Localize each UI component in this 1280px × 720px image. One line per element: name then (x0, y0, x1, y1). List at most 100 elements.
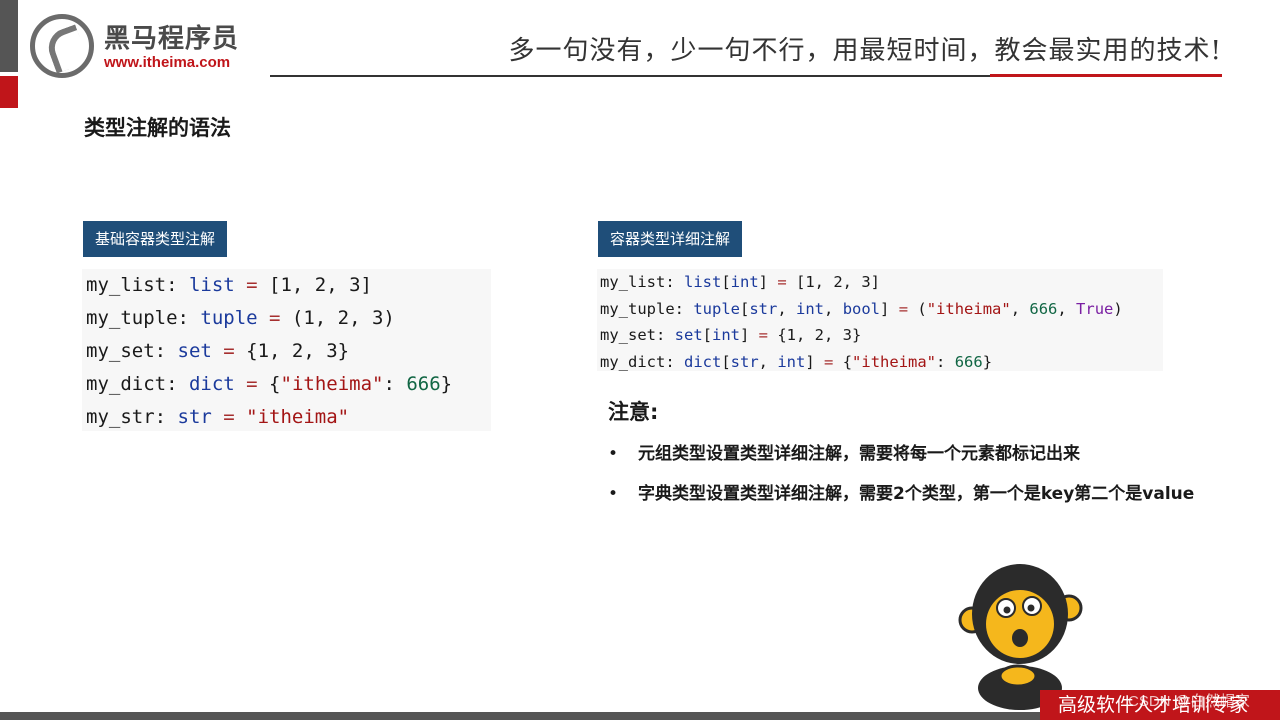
code-token: [1, 2, 3] (796, 273, 881, 291)
code-token: int (730, 273, 759, 291)
code-token: list (684, 273, 722, 291)
code-token: int (796, 299, 825, 318)
basic-annotation-code-block: my_list: list = [1, 2, 3] my_tuple: tuple… (82, 269, 491, 431)
header-rule-accent (990, 74, 1222, 77)
code-token: : (936, 352, 955, 371)
slide-title: 类型注解的语法 (84, 116, 231, 140)
code-token: [ (740, 299, 750, 318)
code-token: int (712, 326, 740, 344)
code-token: set (177, 340, 212, 362)
code-token: list (188, 274, 235, 296)
code-line: my_list: list[int] = [1, 2, 3] (597, 269, 1163, 296)
code-token: "itheima" (246, 406, 350, 428)
note-title: 注意: (608, 400, 659, 424)
code-line: my_tuple: tuple = (1, 2, 3) (82, 302, 491, 335)
bullet-icon: • (608, 484, 619, 504)
code-token: {1, 2, 3} (246, 340, 350, 362)
code-token: str (749, 299, 778, 318)
code-line: my_dict: dict = {"itheima": 666} (82, 368, 491, 401)
note-item: • 字典类型设置类型详细注解，需要2个类型，第一个是key第二个是value (608, 480, 1194, 520)
logo-horse-icon (30, 14, 94, 78)
code-token: = (749, 326, 778, 344)
code-token: ] (758, 273, 769, 291)
monkey-mascot-icon (958, 564, 1083, 710)
code-token: = (234, 373, 270, 395)
detailed-annotation-code-block: my_list: list[int] = [1, 2, 3] my_tuple: … (597, 269, 1163, 371)
code-line: my_dict: dict[str, int] = {"itheima": 66… (597, 349, 1163, 376)
logo: 黑马程序员 www.itheima.com (30, 14, 270, 80)
code-token: { (842, 352, 853, 371)
code-token: : (383, 373, 407, 395)
code-token: "itheima" (280, 373, 384, 395)
code-token: , (777, 299, 797, 318)
logo-url: www.itheima.com (104, 54, 231, 71)
code-token: str (730, 352, 759, 371)
code-token: my_str: (86, 406, 178, 428)
code-token: } (440, 373, 453, 395)
code-token: str (177, 406, 212, 428)
code-line: my_set: set[int] = {1, 2, 3} (597, 322, 1163, 349)
code-token: bool (842, 299, 881, 318)
code-token: = (814, 352, 843, 371)
code-token: [ (702, 326, 712, 344)
code-token: 666 (406, 373, 441, 395)
code-token: = (234, 274, 270, 296)
watermark: CSDN @白然帽家 (1128, 693, 1250, 710)
code-token: (1, 2, 3) (291, 307, 395, 329)
code-token: , (758, 352, 778, 371)
code-token: tuple (200, 307, 258, 329)
code-token: , (1057, 299, 1077, 318)
note-item-text: 元组类型设置类型详细注解，需要将每一个元素都标记出来 (638, 444, 1080, 464)
note-item: • 元组类型设置类型详细注解，需要将每一个元素都标记出来 (608, 440, 1194, 480)
code-token: ] (805, 352, 815, 371)
slogan: 多一句没有，少一句不行，用最短时间，教会最实用的技术! (508, 36, 1222, 66)
logo-name: 黑马程序员 (104, 24, 240, 54)
right-section-label: 容器类型详细注解 (598, 221, 743, 257)
code-token: True (1076, 299, 1114, 318)
code-token: [1, 2, 3] (269, 274, 372, 296)
code-token: tuple (693, 299, 740, 318)
code-token: my_tuple: (600, 299, 694, 318)
code-token: int (777, 352, 806, 371)
code-token: my_tuple: (86, 307, 201, 329)
code-token: my_dict: (86, 373, 189, 395)
code-token: 666 (1029, 299, 1058, 318)
code-line: my_set: set = {1, 2, 3} (82, 335, 491, 368)
code-token: [ (721, 352, 731, 371)
note-list: • 元组类型设置类型详细注解，需要将每一个元素都标记出来 • 字典类型设置类型详细注… (608, 440, 1194, 520)
code-token: my_dict: (600, 352, 684, 371)
code-token: my_list: (86, 274, 189, 296)
left-accent-red (0, 76, 18, 108)
code-token: "itheima" (852, 352, 937, 371)
code-token: 666 (954, 352, 983, 371)
code-token: = (257, 307, 292, 329)
left-section-label: 基础容器类型注解 (83, 221, 228, 257)
code-token: = (889, 299, 918, 318)
code-token: ( (917, 299, 927, 318)
code-token: { (269, 373, 281, 395)
code-line: my_tuple: tuple[str, int, bool] = ("ithe… (597, 296, 1163, 323)
code-token: my_list: (600, 273, 684, 291)
code-token: dict (188, 373, 235, 395)
code-token: } (982, 352, 993, 371)
code-token: ] (880, 299, 890, 318)
code-token: {1, 2, 3} (777, 326, 862, 344)
code-token: ) (1113, 299, 1123, 318)
code-token: dict (684, 352, 722, 371)
left-accent-bar (0, 0, 18, 72)
code-line: my_str: str = "itheima" (82, 401, 491, 434)
code-token: , (1010, 299, 1030, 318)
note-item-text: 字典类型设置类型详细注解，需要2个类型，第一个是key第二个是value (638, 484, 1195, 504)
code-token: my_set: (86, 340, 178, 362)
code-token: set (674, 326, 703, 344)
code-token: ] (740, 326, 750, 344)
code-token: = (211, 340, 247, 362)
bullet-icon: • (608, 444, 619, 464)
code-token: , (824, 299, 843, 318)
code-line: my_list: list = [1, 2, 3] (82, 269, 491, 302)
code-token: = (211, 406, 247, 428)
code-token: [ (721, 273, 731, 291)
code-token: my_set: (600, 326, 675, 344)
code-token: "itheima" (926, 299, 1011, 318)
code-token: = (768, 273, 797, 291)
